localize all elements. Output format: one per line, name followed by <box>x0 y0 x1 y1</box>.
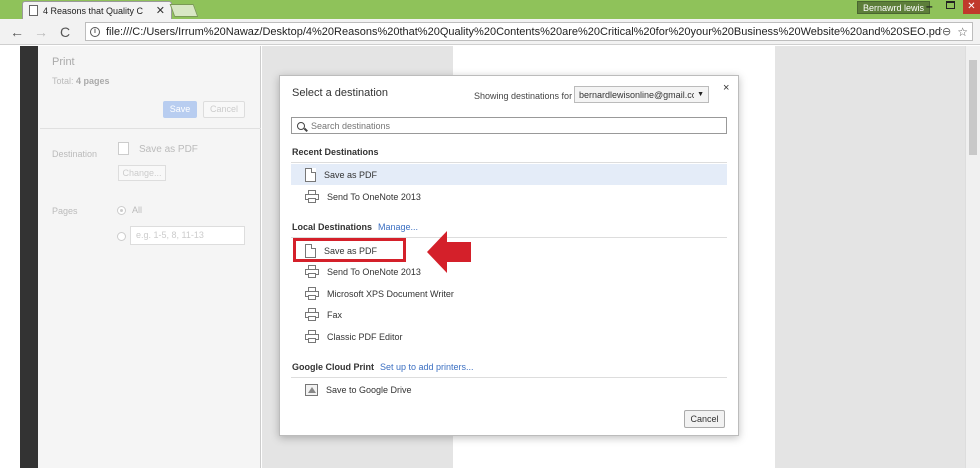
scrollbar-thumb[interactable] <box>969 60 977 155</box>
destination-label: Destination <box>52 149 98 159</box>
printer-icon <box>305 190 319 203</box>
total-label: Total: <box>52 76 74 86</box>
print-save-button[interactable]: Save <box>163 101 197 118</box>
printer-icon <box>305 265 319 278</box>
info-icon[interactable]: i <box>90 26 100 37</box>
back-icon[interactable]: ← <box>10 24 24 40</box>
printer-icon <box>305 308 319 321</box>
local-heading-text: Local Destinations <box>292 222 373 232</box>
search-input[interactable] <box>311 120 726 131</box>
dialog-title: Select a destination <box>292 87 389 99</box>
account-select[interactable]: bernardlewisonline@gmail.cc ▼ <box>574 86 709 103</box>
annotation-highlight-box <box>293 238 406 262</box>
chevron-down-icon: ▼ <box>697 91 704 98</box>
bookmark-star-icon[interactable]: ☆ <box>957 25 968 39</box>
pages-range-input[interactable]: e.g. 1-5, 8, 11-13 <box>130 226 245 245</box>
dialog-cancel-button[interactable]: Cancel <box>684 410 725 428</box>
print-title: Print <box>52 56 75 68</box>
destination-label: Classic PDF Editor <box>327 331 403 342</box>
browser-toolbar: ← → C i file:///C:/Users/Irrum%20Nawaz/D… <box>0 19 980 45</box>
search-field[interactable] <box>291 117 727 134</box>
minimize-icon[interactable]: – <box>926 0 933 13</box>
account-value: bernardlewisonline@gmail.cc <box>579 89 695 100</box>
printer-icon <box>305 287 319 300</box>
reload-icon[interactable]: C <box>58 24 72 40</box>
dialog-close-icon[interactable]: × <box>723 82 729 94</box>
cloud-heading: Google Cloud Print Set up to add printers… <box>292 362 474 372</box>
destination-label: Save as PDF <box>324 169 378 180</box>
printer-icon <box>305 330 319 343</box>
pages-all-label: All <box>132 205 143 215</box>
red-arrow-icon <box>427 231 471 273</box>
url-text[interactable]: file:///C:/Users/Irrum%20Nawaz/Desktop/4… <box>106 26 942 38</box>
pdf-icon <box>305 167 316 182</box>
scrollbar[interactable] <box>965 46 980 468</box>
browser-tab[interactable]: 4 Reasons that Quality C ✕ <box>22 1 172 19</box>
destination-label: Send To OneNote 2013 <box>327 191 421 202</box>
drive-icon <box>305 383 318 396</box>
print-cancel-button[interactable]: Cancel <box>203 101 245 118</box>
search-icon <box>297 121 305 130</box>
local-item-xps[interactable]: Microsoft XPS Document Writer <box>291 283 727 304</box>
local-item-onenote[interactable]: Send To OneNote 2013 <box>291 261 727 282</box>
print-settings-panel: Print Total: 4 pages Save Cancel Destina… <box>20 46 261 468</box>
destination-label: Save to Google Drive <box>326 384 412 395</box>
local-item-fax[interactable]: Fax <box>291 304 727 325</box>
destination-value: Save as PDF <box>139 144 198 155</box>
cloud-item-google-drive[interactable]: Save to Google Drive <box>291 379 727 400</box>
tab-title: 4 Reasons that Quality C <box>43 5 144 16</box>
local-item-classic-pdf-editor[interactable]: Classic PDF Editor <box>291 326 727 347</box>
print-total: Total: 4 pages <box>52 76 110 86</box>
address-bar[interactable]: i file:///C:/Users/Irrum%20Nawaz/Desktop… <box>85 22 973 41</box>
manage-link[interactable]: Manage... <box>378 222 418 232</box>
recent-heading: Recent Destinations <box>292 147 379 157</box>
destination-label: Fax <box>327 309 343 320</box>
document-icon <box>29 5 38 16</box>
pages-all-radio[interactable] <box>117 206 126 215</box>
pdf-icon <box>118 142 129 155</box>
section-divider <box>291 377 727 378</box>
zoom-icon[interactable]: ⊖ <box>942 25 951 38</box>
section-divider <box>291 162 727 163</box>
recent-item-onenote[interactable]: Send To OneNote 2013 <box>291 186 727 207</box>
destination-label: Send To OneNote 2013 <box>327 266 421 277</box>
window-close-icon[interactable]: ✕ <box>963 0 980 14</box>
change-destination-button[interactable]: Change... <box>118 165 166 181</box>
setup-printers-link[interactable]: Set up to add printers... <box>380 362 474 372</box>
total-value: 4 pages <box>76 76 110 86</box>
panel-stripe <box>20 46 38 468</box>
tab-close-icon[interactable]: ✕ <box>156 4 165 17</box>
destination-label: Microsoft XPS Document Writer <box>327 288 454 299</box>
panel-divider <box>40 128 261 129</box>
title-bar: 4 Reasons that Quality C ✕ Bernawrd lewi… <box>0 0 980 19</box>
new-tab-button[interactable] <box>169 4 199 17</box>
pages-range-radio[interactable] <box>117 232 126 241</box>
profile-badge[interactable]: Bernawrd lewis <box>857 1 931 14</box>
showing-for-label: Showing destinations for <box>474 91 573 101</box>
pages-label: Pages <box>52 206 78 216</box>
forward-icon[interactable]: → <box>34 24 48 40</box>
recent-item-save-as-pdf[interactable]: Save as PDF <box>291 164 727 185</box>
cloud-heading-text: Google Cloud Print <box>292 362 374 372</box>
maximize-icon[interactable] <box>946 1 955 9</box>
left-gutter <box>0 46 20 468</box>
local-heading: Local Destinations Manage... <box>292 222 418 232</box>
